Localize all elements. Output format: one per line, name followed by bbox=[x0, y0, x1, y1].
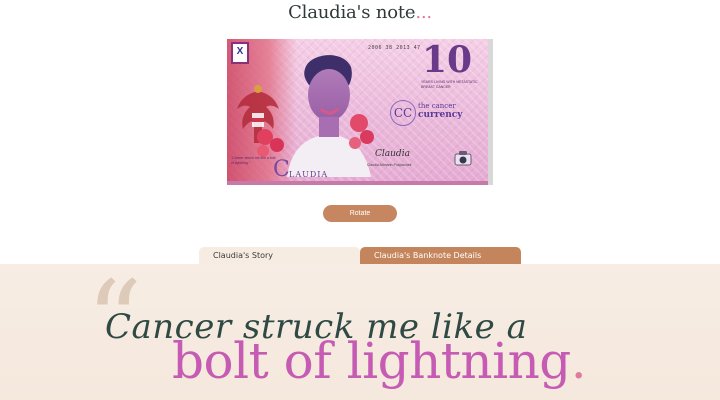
camera-icon bbox=[454, 151, 472, 166]
portrait-image bbox=[287, 55, 374, 177]
brand-line-1: the cancer bbox=[418, 102, 456, 110]
banknote-name-initial: C bbox=[273, 157, 290, 182]
page-title-ellipsis: ... bbox=[415, 2, 432, 23]
signature-caption: Claudia Altmann-Pospischek bbox=[367, 163, 412, 167]
ribbon-logo-icon: X bbox=[231, 42, 249, 64]
tab-claudias-story[interactable]: Claudia's Story bbox=[199, 247, 360, 264]
denomination-tagline: Years living with metastatic breast canc… bbox=[421, 80, 478, 89]
story-panel: “ Cancer struck me like a bolt of lightn… bbox=[0, 264, 720, 400]
serial-number: 2006 38 2013 47 bbox=[368, 45, 421, 51]
signature: Claudia bbox=[375, 149, 410, 159]
banknote-quote: "Cancer struck me like a bolt of lightni… bbox=[231, 156, 276, 165]
banknote-name: LAUDIA bbox=[289, 170, 329, 179]
denomination: 10 bbox=[422, 39, 473, 81]
page-title-text: Claudia's note bbox=[288, 2, 416, 23]
tab-banknote-details[interactable]: Claudia's Banknote Details bbox=[360, 247, 521, 264]
story-headline-period: . bbox=[570, 332, 587, 390]
page-title: Claudia's note... bbox=[0, 2, 720, 23]
cc-mark-icon: CC bbox=[390, 100, 416, 126]
banknote-image: X 2006 38 2013 47 10 Years living with m… bbox=[227, 39, 493, 185]
banknote-bottom-stripe bbox=[227, 181, 488, 185]
story-headline-line-2: bolt of lightning. bbox=[172, 331, 587, 391]
story-headline-line-2-text: bolt of lightning bbox=[172, 332, 571, 390]
rotate-button[interactable]: Rotate bbox=[323, 205, 397, 222]
cancer-currency-logo: CC the cancer currency bbox=[390, 100, 475, 126]
brand-line-2: currency bbox=[418, 110, 463, 120]
